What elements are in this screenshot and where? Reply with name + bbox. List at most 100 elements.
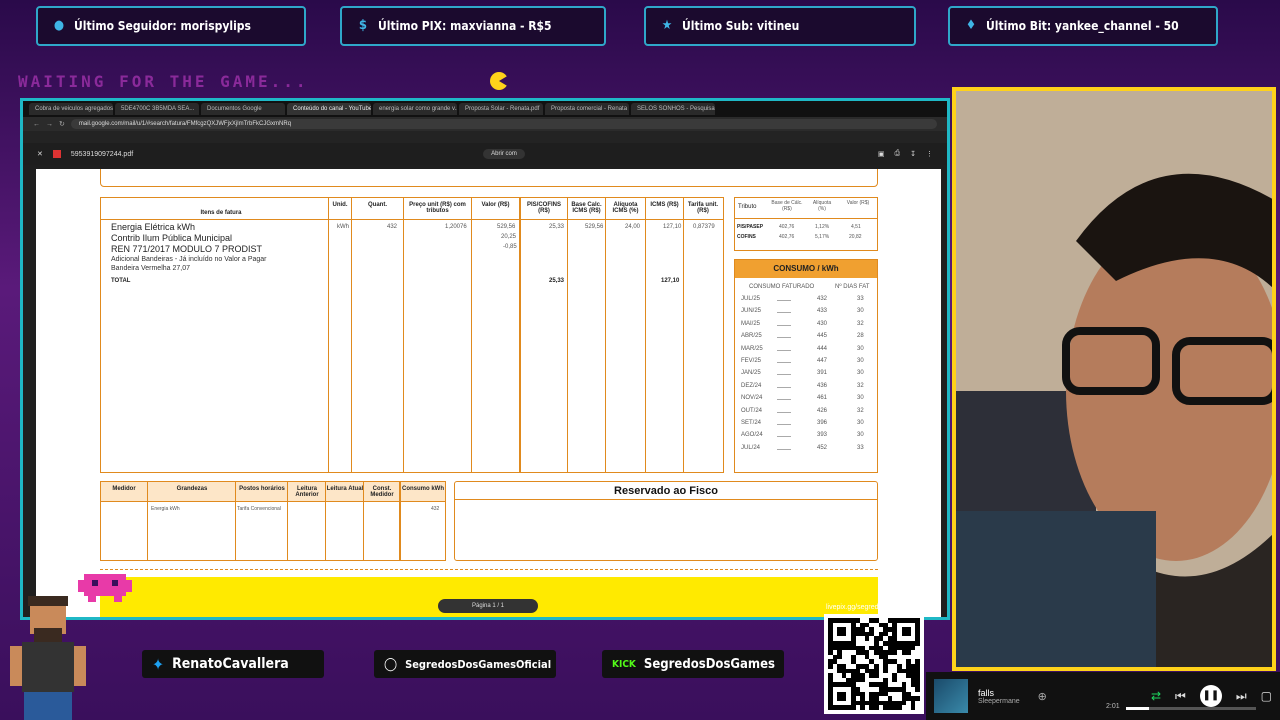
med-col-consumo: Consumo kWh (402, 486, 444, 492)
next-icon[interactable]: ⏭ (1236, 689, 1247, 704)
dollar-icon: $ (358, 18, 368, 33)
reload-icon[interactable]: ↻ (59, 120, 65, 128)
total-icms: 127,10 (661, 278, 680, 284)
val-icms: 127,10 (663, 224, 682, 230)
print-icon[interactable]: ⎙ (895, 150, 901, 158)
consumo-kwh: 445 (817, 333, 828, 340)
consumo-mes: FEV/25 (741, 358, 762, 364)
med-col-medidor: Medidor (112, 486, 136, 492)
download-icon[interactable]: ↧ (910, 150, 916, 158)
items-header: Itens de fatura (200, 210, 242, 216)
med-col-postos: Postos horários (239, 486, 285, 492)
pdf-pager[interactable]: Página 1 / 1 (438, 599, 538, 613)
browser-tab[interactable]: Proposta comercial - Renata (545, 103, 629, 115)
consumo-mes: MAI/25 (741, 320, 761, 327)
fisco-box: Reservado ao Fisco (454, 481, 878, 561)
consumo-kwh: 426 (817, 407, 828, 414)
trib-name: PIS/PASEP (737, 224, 764, 230)
val-pis: 25,33 (549, 224, 565, 230)
consumo-bar-line (777, 374, 791, 376)
back-icon[interactable]: ← (33, 121, 40, 128)
waiting-text: WAITING FOR THE GAME... (18, 72, 309, 91)
more-icon[interactable]: ⋮ (926, 150, 933, 158)
add-to-library-icon[interactable]: ⊕ (1038, 690, 1047, 703)
consumo-col-dias: Nº DIAS FAT (835, 284, 870, 290)
shuffle-icon[interactable]: ⇄ (1151, 689, 1161, 703)
kick-handle: SegredosDosGames (643, 656, 775, 672)
pdf-filename: 5953919097244.pdf (70, 150, 134, 158)
forward-icon[interactable]: → (46, 121, 53, 128)
alert-pix: $ Último PIX: maxvianna - R$5 (340, 6, 606, 46)
val-valor: 529,56 (497, 224, 516, 230)
consumo-dias: 33 (857, 444, 864, 451)
val-base: 529,56 (585, 224, 604, 230)
consumo-bar-line (777, 436, 791, 438)
consumo-dias: 33 (857, 296, 864, 302)
address-bar[interactable]: mail.google.com/mail/u/1/#search/fatura/… (70, 119, 937, 129)
browser-tab[interactable]: Cobra de veiculos agregados (29, 103, 113, 115)
consumo-mes: JUL/25 (741, 296, 761, 302)
consumo-dias: 32 (857, 382, 864, 389)
social-twitter: ✦ RenatoCavallera (142, 650, 324, 678)
browser-tab[interactable]: SELOS SONHOS - Pesquisa (631, 103, 715, 115)
close-icon[interactable]: ✕ (37, 150, 43, 158)
pdf-toolbar: ✕ 5953919097244.pdf Abrir com ▣ ⎙ ↧ ⋮ (23, 143, 947, 165)
tributos-table: Tributo Base de Cálc. (R$) Alíquota (%) … (734, 197, 878, 251)
consumo-bar-line (777, 362, 791, 363)
streamer-silhouette (956, 91, 1272, 667)
consumo-bar-line (777, 386, 791, 388)
previous-icon[interactable]: ⏮ (1175, 689, 1186, 704)
song-title: falls (978, 687, 995, 698)
trib-name: COFINS (737, 234, 756, 240)
consumo-dias: 32 (857, 407, 864, 414)
twitter-handle: RenatoCavallera (172, 656, 289, 672)
col-quant: Quant. (368, 202, 387, 208)
trib-col-aliq: Alíquota (%) (812, 200, 832, 212)
browser-tab[interactable]: energia solar como grande v... (373, 103, 457, 115)
user-icon: ● (53, 18, 65, 33)
consumo-kwh: 433 (817, 308, 828, 315)
consumo-bar-line (777, 448, 791, 450)
invoice-top-box (100, 169, 878, 187)
consumo-dias: 28 (857, 333, 864, 340)
val-unid: kWh (337, 224, 349, 230)
trib-col-base: Base de Cálc. (R$) (771, 200, 803, 212)
lyrics-icon[interactable]: ▢ (1261, 689, 1272, 703)
item-adicional: Adicional Bandeiras - Já incluído no Val… (111, 256, 267, 263)
browser-tab[interactable]: Proposta Solar - Renata.pdf (459, 103, 543, 115)
trib-aliq: 1,12% (815, 224, 830, 230)
consumo-dias: 30 (857, 420, 864, 426)
consumo-mes: JUN/25 (741, 308, 762, 315)
browser-tab[interactable]: Conteúdo do canal - YouTube Studio (287, 103, 371, 115)
trib-aliq: 5,17% (815, 234, 830, 240)
med-col-anterior: Leitura Anterior (295, 486, 319, 498)
col-aliq: Alíquota ICMS (%) (612, 202, 639, 214)
browser-tab[interactable]: Documentos Google (201, 103, 285, 115)
playback-progress[interactable] (1126, 707, 1256, 710)
consumo-bar-line (777, 424, 791, 425)
diamond-icon: ♦ (965, 18, 977, 33)
add-icon[interactable]: ▣ (878, 150, 885, 158)
trib-col-tributo: Tributo (738, 204, 757, 210)
browser-tab[interactable]: 5DE4700C 3B5MDA SEA... (115, 103, 199, 115)
val-tarifa: 0,87379 (693, 224, 715, 230)
pause-button[interactable]: ❚❚ (1199, 685, 1222, 707)
consumo-kwh: 452 (817, 444, 828, 451)
open-with-button[interactable]: Abrir com (483, 149, 525, 159)
consumo-mes: AGO/24 (741, 432, 763, 439)
col-pis: PIS/COFINS (R$) (526, 202, 561, 214)
consumo-mes: NOV/24 (741, 395, 763, 402)
consumo-bar-line (777, 337, 791, 339)
consumo-bar-line (777, 349, 791, 351)
pdf-file-icon (52, 150, 61, 158)
twitter-icon: ✦ (152, 654, 165, 674)
star-icon: ★ (661, 18, 673, 33)
item-energia: Energia Elétrica kWh (111, 222, 196, 232)
consumo-dias: 30 (857, 358, 864, 364)
consumo-dias: 30 (857, 345, 864, 352)
consumo-dias: 30 (857, 432, 864, 439)
trib-valor: 4,51 (851, 224, 861, 230)
tab-bar: Cobra de veiculos agregados 5DE4700C 3B5… (23, 101, 947, 117)
alert-sub-text: Último Sub: vitineu (682, 19, 800, 33)
consumo-kwh: 436 (817, 382, 828, 389)
